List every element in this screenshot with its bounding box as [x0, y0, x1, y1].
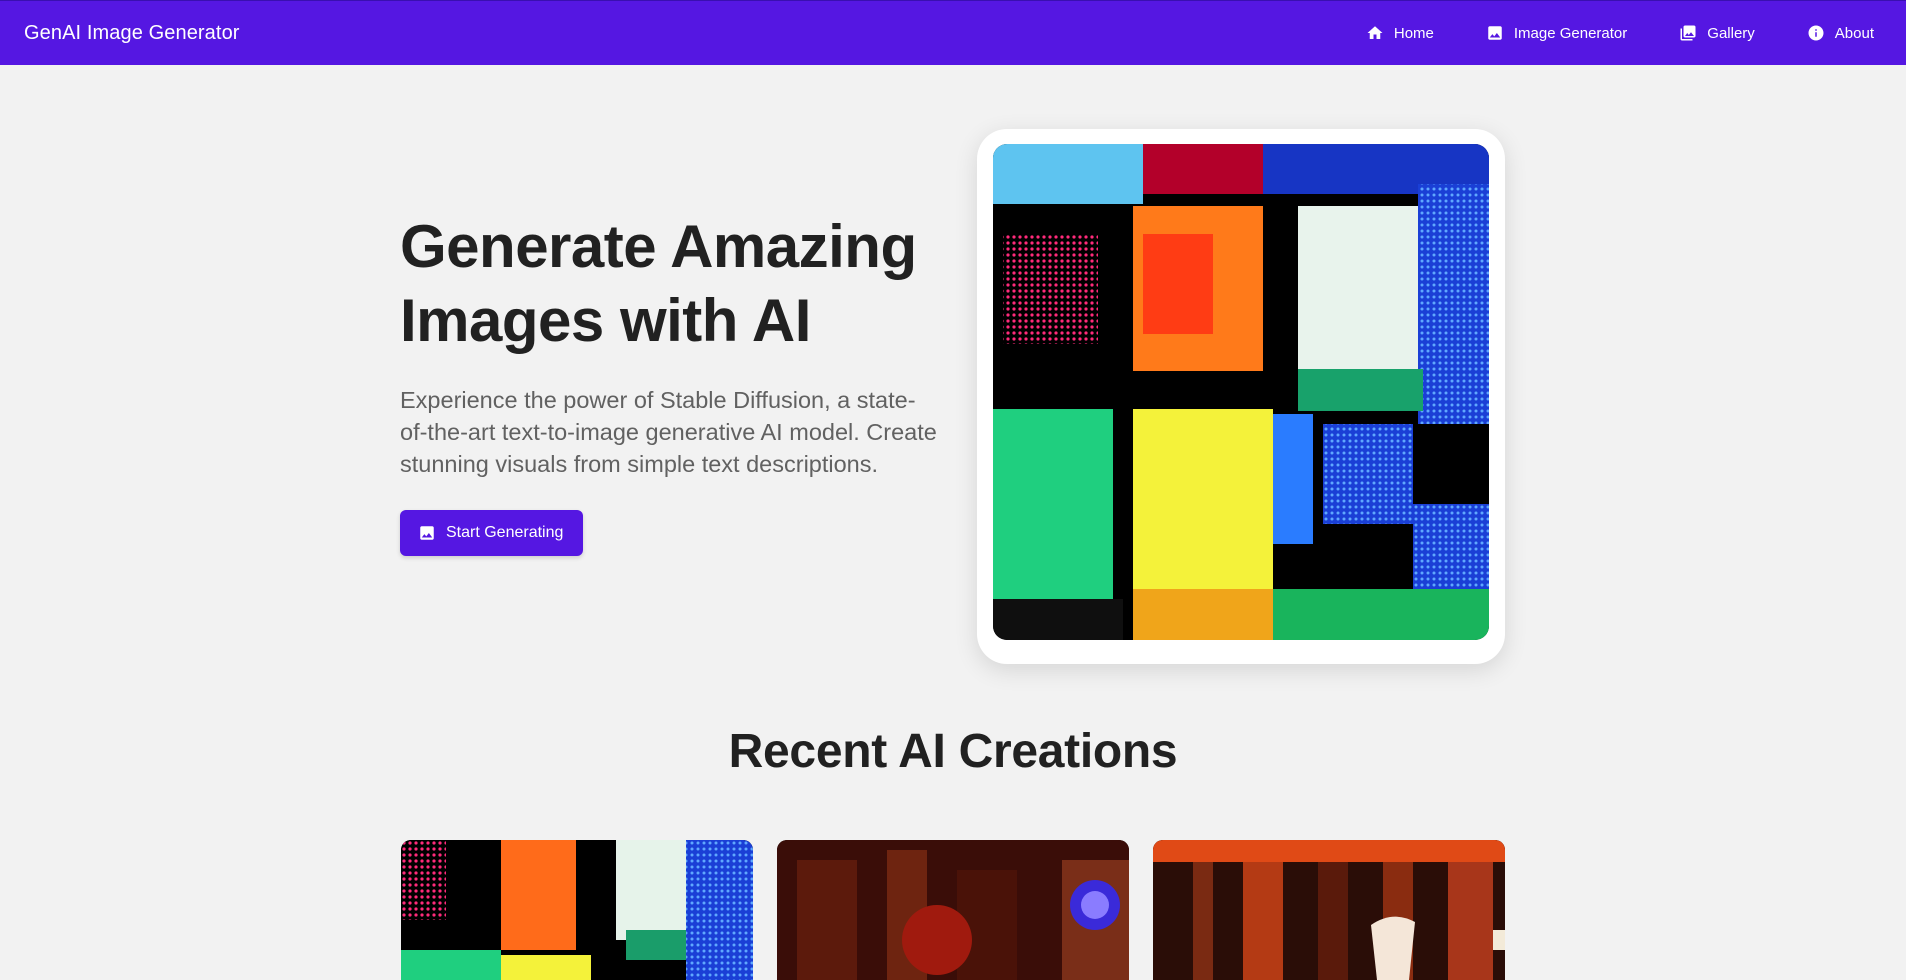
image-icon: [420, 526, 434, 540]
image-icon: [1488, 26, 1502, 40]
gallery-icon: [1680, 25, 1696, 41]
hero-generated-image: [993, 144, 1489, 640]
brand-title[interactable]: GenAI Image Generator: [24, 22, 240, 45]
nav-home-label: Home: [1393, 24, 1434, 42]
hero-text: Generate Amazing Images with AI Experien…: [400, 210, 940, 556]
nav-gallery-label: Gallery: [1707, 24, 1755, 42]
nav-home[interactable]: Home: [1350, 16, 1450, 50]
gallery-image-thumbnail: [401, 840, 753, 980]
gallery-image-thumbnail: [1153, 840, 1505, 980]
top-app-bar: GenAI Image Generator Home Image Generat…: [0, 0, 1906, 65]
hero-image-card: [977, 129, 1505, 664]
home-icon: [1367, 26, 1383, 39]
start-generating-button[interactable]: Start Generating: [400, 510, 584, 556]
gallery-card[interactable]: [401, 840, 753, 980]
recent-creations-gallery: [401, 840, 1505, 980]
main-nav: Home Image Generator Gallery About: [1330, 16, 1882, 50]
start-generating-label: Start Generating: [446, 524, 564, 541]
hero-title: Generate Amazing Images with AI: [400, 213, 917, 354]
nav-gallery[interactable]: Gallery: [1663, 16, 1771, 50]
nav-image-generator-label: Image Generator: [1513, 24, 1628, 42]
info-icon: [1808, 25, 1824, 41]
nav-image-generator[interactable]: Image Generator: [1470, 16, 1643, 50]
recent-creations-title: Recent AI Creations: [728, 725, 1178, 778]
gallery-card[interactable]: [1153, 840, 1505, 980]
hero-description: Experience the power of Stable Diffusion…: [400, 387, 937, 477]
nav-about[interactable]: About: [1791, 16, 1890, 50]
gallery-image-thumbnail: [777, 840, 1129, 980]
gallery-card[interactable]: [777, 840, 1129, 980]
nav-about-label: About: [1834, 24, 1874, 42]
